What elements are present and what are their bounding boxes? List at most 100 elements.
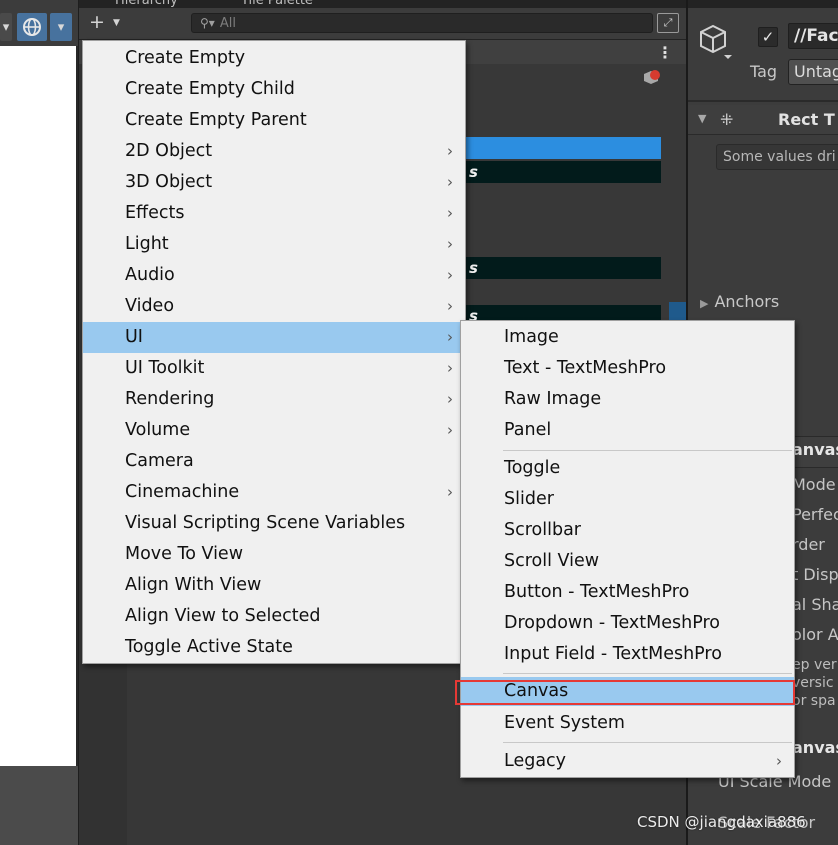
- scene-canvas[interactable]: [0, 46, 76, 766]
- tag-label: Tag: [750, 62, 778, 81]
- inspector-note: versic: [792, 675, 834, 691]
- menu-item-volume[interactable]: Volume ›: [83, 415, 465, 446]
- chevron-right-icon: ›: [447, 266, 453, 284]
- menu-item-camera[interactable]: Camera: [83, 446, 465, 477]
- active-checkbox[interactable]: ✓: [758, 27, 778, 47]
- unity-scene-icon: [644, 70, 660, 84]
- submenu-item-dropdown-textmeshpro[interactable]: Dropdown - TextMeshPro: [461, 608, 794, 639]
- submenu-item-panel[interactable]: Panel: [461, 415, 794, 446]
- menu-item-align-with-view[interactable]: Align With View: [83, 570, 465, 601]
- chevron-right-icon: ›: [447, 421, 453, 439]
- ui-submenu: Image Text - TextMeshPro Raw Image Panel…: [460, 320, 795, 778]
- more-options-icon[interactable]: ⋮: [657, 43, 673, 62]
- chevron-right-icon: ›: [776, 752, 782, 770]
- submenu-item-text-textmeshpro[interactable]: Text - TextMeshPro: [461, 353, 794, 384]
- rect-transform-header[interactable]: ▼ ⁜ Rect T: [688, 105, 838, 135]
- tag-dropdown[interactable]: Untag: [788, 59, 838, 85]
- canvas-header-label: anvas: [792, 440, 838, 459]
- menu-item-2d-object[interactable]: 2D Object ›: [83, 136, 465, 167]
- caret-down-icon: ▼: [113, 18, 120, 28]
- chevron-right-icon: ›: [447, 297, 453, 315]
- hierarchy-row[interactable]: [465, 137, 661, 159]
- submenu-item-toggle[interactable]: Toggle: [461, 453, 794, 484]
- rect-transform-icon: ⁜: [720, 110, 734, 129]
- chevron-right-icon: ›: [447, 390, 453, 408]
- plus-icon: +: [89, 11, 105, 33]
- menu-item-create-empty[interactable]: Create Empty: [83, 43, 465, 74]
- chevron-right-icon: ›: [447, 483, 453, 501]
- scene-toolbar: ▾ ▾: [0, 0, 78, 46]
- search-placeholder: All: [219, 16, 236, 31]
- menu-item-create-empty-child[interactable]: Create Empty Child: [83, 74, 465, 105]
- scene-view: ▾ ▾: [0, 0, 78, 845]
- hierarchy-row[interactable]: s: [465, 257, 661, 279]
- menu-item-light[interactable]: Light ›: [83, 229, 465, 260]
- search-icon: ⚲▾: [200, 16, 215, 30]
- object-name-field[interactable]: //Fac: [788, 23, 838, 49]
- submenu-item-slider[interactable]: Slider: [461, 484, 794, 515]
- chevron-right-icon: ›: [447, 359, 453, 377]
- submenu-item-event-system[interactable]: Event System: [461, 708, 794, 739]
- tab-tile-palette[interactable]: Tile Palette: [241, 0, 313, 8]
- menu-separator: [503, 742, 792, 743]
- submenu-item-input-field-textmeshpro[interactable]: Input Field - TextMeshPro: [461, 639, 794, 670]
- expand-icon[interactable]: ⤢: [657, 13, 679, 33]
- chevron-right-icon: ›: [447, 328, 453, 346]
- menu-item-visual-scripting-scene-variables[interactable]: Visual Scripting Scene Variables: [83, 508, 465, 539]
- gameobject-cube-icon[interactable]: [698, 22, 732, 60]
- submenu-item-scroll-view[interactable]: Scroll View: [461, 546, 794, 577]
- hierarchy-toolbar: + ▼ ⚲▾ All ⤢: [79, 8, 687, 40]
- menu-item-cinemachine[interactable]: Cinemachine ›: [83, 477, 465, 508]
- inspector-tab-bar: [688, 0, 838, 8]
- menu-item-ui[interactable]: UI ›: [83, 322, 465, 353]
- chevron-right-icon: ›: [447, 173, 453, 191]
- hierarchy-tab-bar: Hierarchy Tile Palette: [79, 0, 687, 8]
- rect-transform-title: Rect T: [778, 110, 835, 129]
- selection-edge: [669, 302, 687, 320]
- menu-item-rendering[interactable]: Rendering ›: [83, 384, 465, 415]
- menu-item-video[interactable]: Video ›: [83, 291, 465, 322]
- driven-values-info: Some values dri: [716, 144, 838, 170]
- inspector-field-label: Perfec: [792, 505, 838, 524]
- inspector-field-label: t Disp: [792, 565, 838, 584]
- submenu-item-legacy[interactable]: Legacy ›: [461, 746, 794, 777]
- submenu-item-image[interactable]: Image: [461, 322, 794, 353]
- menu-item-effects[interactable]: Effects ›: [83, 198, 465, 229]
- hierarchy-row[interactable]: s: [465, 161, 661, 183]
- menu-item-audio[interactable]: Audio ›: [83, 260, 465, 291]
- canvas-scaler-header[interactable]: anvas: [792, 738, 838, 757]
- anchors-foldout[interactable]: ▶ Anchors: [700, 292, 779, 311]
- annotation-highlight-box: [455, 680, 795, 705]
- create-button[interactable]: + ▼: [85, 12, 129, 34]
- hierarchy-search-input[interactable]: ⚲▾ All: [191, 13, 653, 33]
- menu-item-align-view-to-selected[interactable]: Align View to Selected: [83, 601, 465, 632]
- tab-hierarchy[interactable]: Hierarchy: [115, 0, 178, 8]
- inspector-field-label: rder: [792, 535, 825, 554]
- fold-arrow-icon[interactable]: ▼: [698, 112, 706, 125]
- inspector-field-label: olor A: [792, 625, 838, 644]
- gizmo-globe-icon[interactable]: [17, 13, 47, 41]
- inspector-note: or spa: [792, 693, 836, 709]
- menu-separator: [503, 450, 792, 451]
- divider: [688, 100, 838, 102]
- chevron-right-icon: ›: [447, 235, 453, 253]
- chevron-right-icon: ›: [447, 204, 453, 222]
- scene-tool-dropdown[interactable]: ▾: [0, 13, 12, 41]
- scene-footer: [0, 766, 78, 845]
- submenu-item-button-textmeshpro[interactable]: Button - TextMeshPro: [461, 577, 794, 608]
- submenu-item-raw-image[interactable]: Raw Image: [461, 384, 794, 415]
- create-context-menu: Create Empty Create Empty Child Create E…: [82, 40, 466, 664]
- menu-item-toggle-active-state[interactable]: Toggle Active State: [83, 632, 465, 663]
- inspector-note: ep ver: [792, 657, 837, 673]
- chevron-right-icon: ›: [447, 142, 453, 160]
- inspector-field-label: al Sha: [792, 595, 838, 614]
- menu-item-3d-object[interactable]: 3D Object ›: [83, 167, 465, 198]
- watermark: CSDN @jiangdaxia886: [637, 813, 806, 831]
- foldout-arrow-icon: ▶: [700, 297, 709, 310]
- inspector-field-label: Mode: [792, 475, 836, 494]
- menu-item-move-to-view[interactable]: Move To View: [83, 539, 465, 570]
- menu-item-create-empty-parent[interactable]: Create Empty Parent: [83, 105, 465, 136]
- submenu-item-scrollbar[interactable]: Scrollbar: [461, 515, 794, 546]
- gizmo-dropdown-icon[interactable]: ▾: [50, 13, 72, 41]
- menu-item-ui-toolkit[interactable]: UI Toolkit ›: [83, 353, 465, 384]
